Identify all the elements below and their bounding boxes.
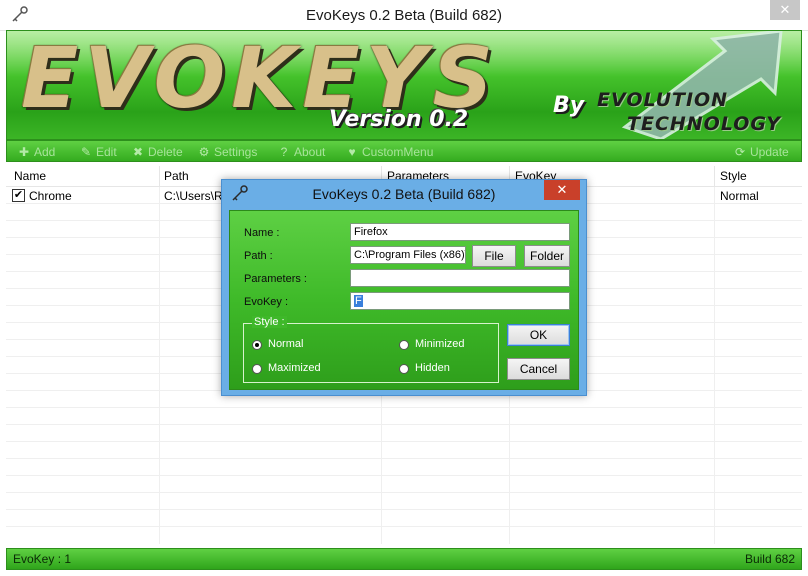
parameters-field[interactable]	[350, 269, 570, 287]
about-button[interactable]: ? About	[277, 144, 326, 160]
add-button[interactable]: ✚ Add	[17, 144, 55, 160]
row-style: Normal	[720, 189, 759, 203]
path-field[interactable]: C:\Program Files (x86)\	[350, 246, 466, 264]
dialog-title: EvoKeys 0.2 Beta (Build 682)	[312, 186, 496, 202]
add-icon: ✚	[18, 145, 30, 159]
row-path: C:\Users\Ra	[164, 189, 230, 203]
question-icon: ?	[280, 145, 288, 159]
path-label: Path :	[244, 250, 273, 262]
ok-button[interactable]: OK	[507, 324, 570, 346]
heart-icon: ♥	[348, 145, 356, 159]
status-bar: EvoKey : 1 Build 682	[6, 548, 802, 570]
cancel-button[interactable]: Cancel	[507, 358, 570, 380]
style-group: Style : Normal Minimized Maximized Hidde…	[243, 316, 499, 383]
evokey-selected-text: F	[354, 295, 363, 307]
column-header-name[interactable]: Name	[14, 169, 46, 183]
toolbar: ✚ Add ✎ Edit ✖ Delete ⚙ Settings ? About ♥ Cus…	[6, 140, 802, 162]
dialog-body: Name : Firefox Path : C:\Program Files (…	[229, 210, 579, 390]
build-number: Build 682	[744, 552, 795, 566]
radio-minimized[interactable]	[399, 340, 409, 350]
window-title: EvoKeys 0.2 Beta (Build 682)	[306, 7, 502, 24]
update-icon: ⟳	[734, 145, 746, 159]
evokey-count: EvoKey : 1	[13, 552, 72, 566]
version-text: Version 0.2	[329, 107, 469, 132]
row-checkbox[interactable]: ✔	[12, 189, 25, 202]
update-button[interactable]: ⟳ Update	[733, 144, 789, 160]
dialog-close-button[interactable]: ✕	[544, 180, 580, 200]
style-group-title: Style :	[252, 316, 287, 328]
edit-shortcut-dialog: EvoKeys 0.2 Beta (Build 682) ✕ Name : Fi…	[221, 179, 587, 396]
delete-icon: ✖	[132, 145, 144, 159]
edit-icon: ✎	[80, 145, 92, 159]
wrench-icon: ⚙	[198, 145, 210, 159]
window-close-button[interactable]: ✕	[770, 0, 800, 20]
column-header-path[interactable]: Path	[164, 169, 189, 183]
folder-button[interactable]: Folder	[524, 245, 570, 267]
name-label: Name :	[244, 227, 280, 239]
name-field[interactable]: Firefox	[350, 223, 570, 241]
file-button[interactable]: File	[472, 245, 516, 267]
column-header-style[interactable]: Style	[720, 169, 747, 183]
evokeys-banner: EVOKEYS Version 0.2 By EVOLUTION TECHNOL…	[6, 30, 802, 140]
technology-text: TECHNOLOGY	[627, 113, 782, 135]
close-icon: ✕	[556, 182, 568, 197]
delete-button[interactable]: ✖ Delete	[131, 144, 183, 160]
parameters-label: Parameters :	[244, 273, 307, 285]
radio-hidden[interactable]	[399, 364, 409, 374]
evokey-label: EvoKey :	[244, 296, 289, 308]
radio-maximized[interactable]	[252, 364, 262, 374]
edit-button[interactable]: ✎ Edit	[79, 144, 117, 160]
by-text: By	[553, 93, 585, 118]
title-bar: EvoKeys 0.2 Beta (Build 682) ✕	[0, 0, 808, 31]
evokey-field[interactable]: F	[350, 292, 570, 310]
row-name: Chrome	[29, 189, 72, 203]
evolution-text: EVOLUTION	[597, 89, 729, 111]
radio-normal[interactable]	[252, 340, 262, 350]
settings-button[interactable]: ⚙ Settings	[197, 144, 258, 160]
close-icon: ✕	[779, 2, 791, 17]
custom-menu-button[interactable]: ♥ CustomMenu	[345, 144, 433, 160]
